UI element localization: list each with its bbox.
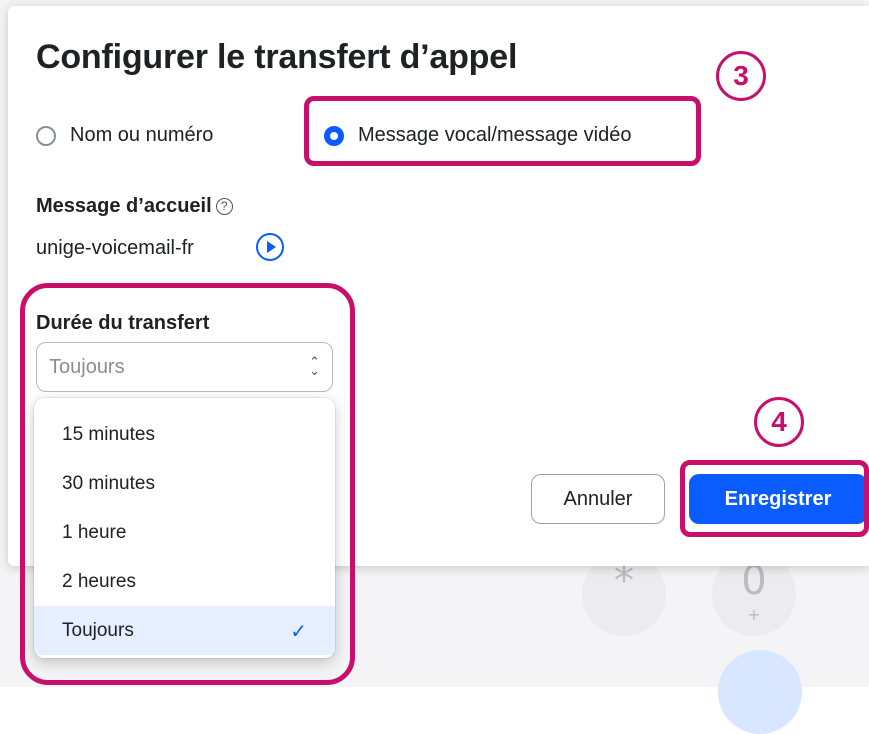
duration-option-selected[interactable]: Toujours ✓ [34,606,335,655]
annotation-step-3: 3 [716,51,766,101]
dialer-call-button[interactable] [718,650,802,734]
dialog-title: Configurer le transfert d’appel [36,38,518,76]
greeting-label-row: Message d’accueil? [36,195,233,218]
duration-option[interactable]: 30 minutes [34,459,335,508]
play-circle-icon[interactable] [256,233,284,261]
duration-option-label: 30 minutes [62,472,155,494]
radio-label: Message vocal/message vidéo [358,124,632,146]
radio-unchecked-icon [36,125,56,146]
duration-option-label: 1 heure [62,521,127,543]
save-button[interactable]: Enregistrer [689,474,867,524]
duration-select-value: Toujours [49,355,125,378]
duration-option[interactable]: 1 heure [34,508,335,557]
annotation-step-4: 4 [754,397,804,447]
duration-option-label: Toujours [62,619,134,641]
greeting-label: Message d’accueil [36,195,212,217]
duration-option-label: 2 heures [62,570,136,592]
duration-option-label: 15 minutes [62,423,155,445]
duration-option[interactable]: 2 heures [34,557,335,606]
question-circle-icon[interactable]: ? [215,198,233,215]
duration-dropdown: 15 minutes 30 minutes 1 heure 2 heures T… [34,398,335,658]
cancel-button[interactable]: Annuler [531,474,665,524]
duration-option[interactable]: 15 minutes [34,410,335,459]
radio-checked-icon [324,125,344,146]
dialer-key-sub: + [747,605,761,624]
chevron-up-down-icon: ⌃ ⌄ [309,355,320,379]
checkmark-icon: ✓ [290,618,307,643]
duration-label: Durée du transfert [36,312,210,334]
radio-name-or-number[interactable]: Nom ou numéro [36,124,213,147]
duration-select[interactable]: Toujours ⌃ ⌄ [36,342,333,392]
radio-voicemail-video[interactable]: Message vocal/message vidéo [324,124,631,147]
greeting-value: unige-voicemail-fr [36,237,194,259]
radio-label: Nom ou numéro [70,124,214,146]
